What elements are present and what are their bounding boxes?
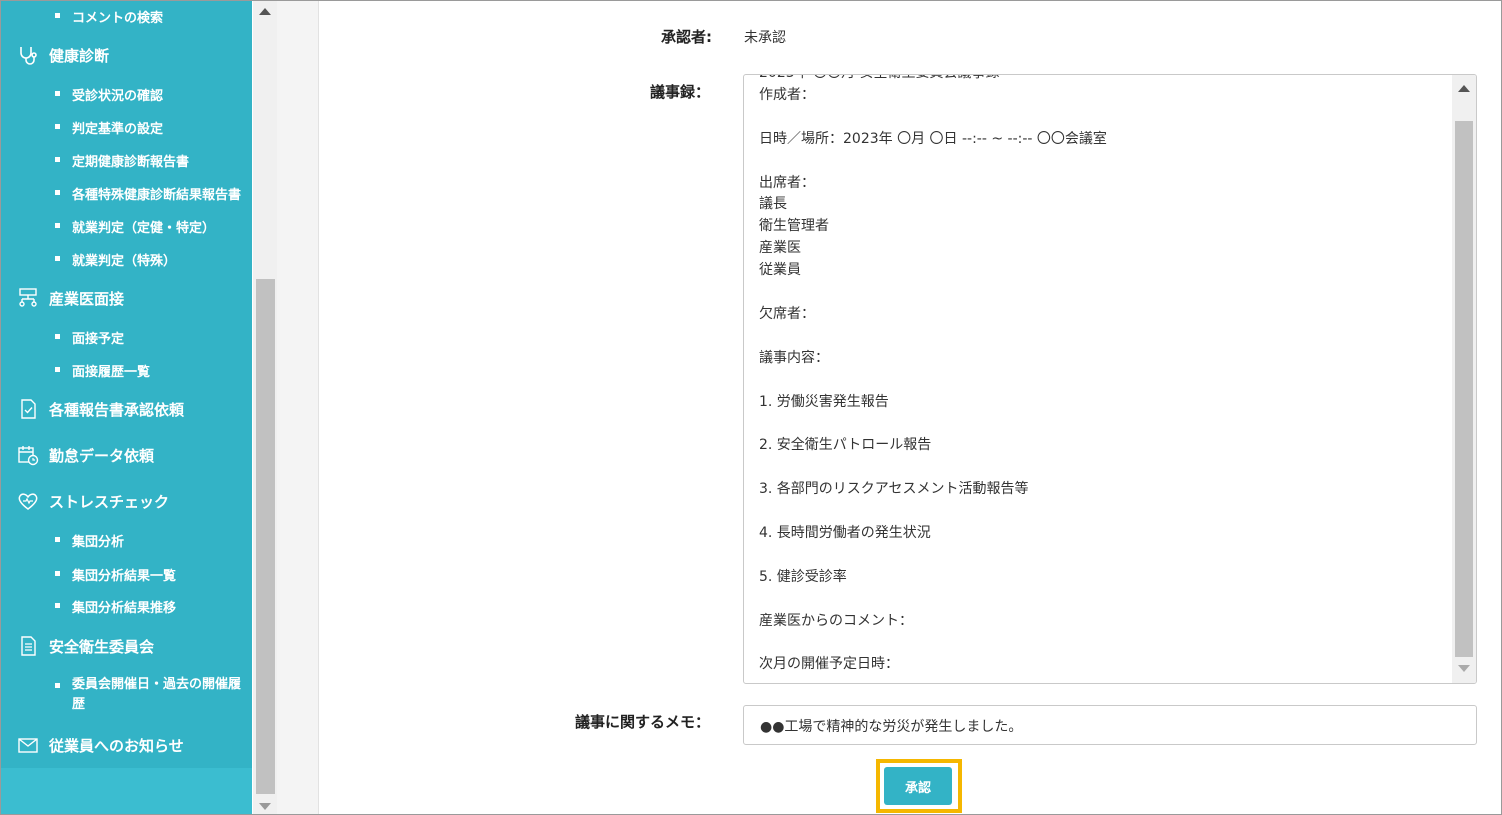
bullet-icon <box>55 124 60 129</box>
sidebar-item-doctor-interview[interactable]: 産業医面接 <box>1 286 252 310</box>
sidebar-item-interview-history[interactable]: 面接履歴一覧 <box>1 361 252 380</box>
sidebar-item-employee-notice[interactable]: 従業員へのお知らせ <box>1 733 252 757</box>
minutes-scrollbar[interactable] <box>1452 75 1476 683</box>
document-check-icon <box>21 399 36 419</box>
sidebar-item-health-checkup[interactable]: 健康診断 <box>1 43 252 67</box>
scrollbar-thumb[interactable] <box>1455 121 1473 657</box>
scroll-up-arrow-icon[interactable] <box>1458 85 1470 92</box>
sidebar-footer <box>1 768 252 814</box>
bullet-icon <box>55 190 60 195</box>
bullet-icon <box>55 256 60 261</box>
bullet-icon <box>55 571 60 576</box>
memo-label: 議事に関するメモ： <box>574 713 710 731</box>
sidebar-item-checkup-status[interactable]: 受診状況の確認 <box>1 85 252 104</box>
memo-input[interactable]: ●●工場で精神的な労災が発生しました。 <box>743 705 1477 745</box>
sidebar-item-committee-dates[interactable]: 委員会開催日・過去の開催履歴 <box>1 677 252 717</box>
calendar-clock-icon <box>18 446 39 466</box>
sidebar-item-work-judgment-regular[interactable]: 就業判定（定健・特定） <box>1 217 252 236</box>
scroll-up-arrow-icon[interactable] <box>259 8 271 15</box>
sidebar-item-stress-check[interactable]: ストレスチェック <box>1 489 252 513</box>
bullet-icon <box>55 683 60 688</box>
org-chart-icon <box>19 288 37 307</box>
bullet-icon <box>55 13 60 18</box>
minutes-text: 2023年 〇〇月 安全衛生委員会議事録 作成者： 日時／場所：2023年 〇月… <box>759 75 1107 673</box>
bullet-icon <box>55 537 60 542</box>
minutes-label: 議事録： <box>649 83 710 101</box>
sidebar: コメントの検索 健康診断 受診状況の確認 判定基準の設定 定期健康診断報告書 各… <box>1 1 252 814</box>
sidebar-item-report-approval[interactable]: 各種報告書承認依頼 <box>1 397 252 421</box>
minutes-textarea[interactable]: 2023年 〇〇月 安全衛生委員会議事録 作成者： 日時／場所：2023年 〇月… <box>743 74 1477 684</box>
scroll-down-arrow-icon[interactable] <box>259 803 271 810</box>
sidebar-scrollbar[interactable] <box>253 1 277 814</box>
document-icon <box>21 636 36 656</box>
bullet-icon <box>55 367 60 372</box>
sidebar-item-safety-committee[interactable]: 安全衛生委員会 <box>1 634 252 658</box>
bullet-icon <box>55 223 60 228</box>
scroll-down-arrow-icon[interactable] <box>1458 665 1470 672</box>
bullet-icon <box>55 157 60 162</box>
approver-value: 未承認 <box>744 30 786 46</box>
sidebar-item-periodic-report[interactable]: 定期健康診断報告書 <box>1 151 252 170</box>
scrollbar-thumb[interactable] <box>256 279 275 794</box>
sidebar-item-criteria-settings[interactable]: 判定基準の設定 <box>1 118 252 137</box>
stethoscope-icon <box>20 47 37 65</box>
approve-button[interactable]: 承認 <box>884 767 952 805</box>
sidebar-item-special-report[interactable]: 各種特殊健康診断結果報告書 <box>1 184 252 203</box>
sidebar-item-comment-search[interactable]: コメントの検索 <box>1 7 252 26</box>
sidebar-item-group-analysis[interactable]: 集団分析 <box>1 531 252 550</box>
heart-icon <box>18 493 38 510</box>
sidebar-item-work-judgment-special[interactable]: 就業判定（特殊） <box>1 250 252 269</box>
bullet-icon <box>55 603 60 608</box>
sidebar-item-interview-schedule[interactable]: 面接予定 <box>1 328 252 347</box>
sidebar-item-group-analysis-trend[interactable]: 集団分析結果推移 <box>1 597 252 616</box>
approver-label: 承認者: <box>661 28 712 46</box>
content-gutter <box>277 1 319 814</box>
sidebar-item-attendance-data[interactable]: 勤怠データ依頼 <box>1 443 252 467</box>
bullet-icon <box>55 91 60 96</box>
envelope-icon <box>18 738 38 753</box>
sidebar-item-group-analysis-results[interactable]: 集団分析結果一覧 <box>1 565 252 584</box>
bullet-icon <box>55 334 60 339</box>
